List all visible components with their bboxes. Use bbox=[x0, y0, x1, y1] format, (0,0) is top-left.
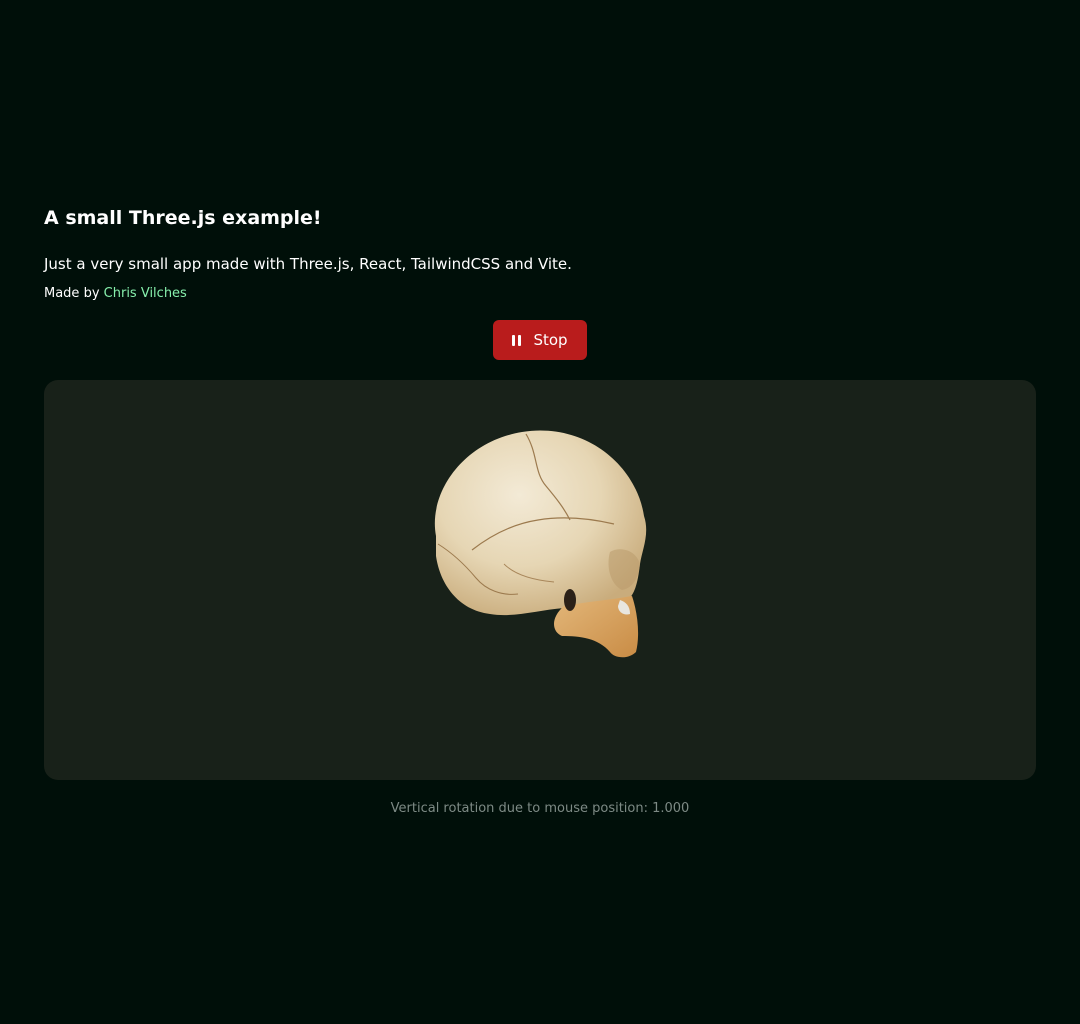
threejs-canvas[interactable] bbox=[44, 380, 1036, 780]
credit-prefix: Made by bbox=[44, 286, 100, 301]
author-credit: Made by Chris Vilches bbox=[44, 284, 187, 304]
skull-model bbox=[434, 430, 647, 658]
rotation-readout: Vertical rotation due to mouse position:… bbox=[390, 801, 690, 816]
page-title: A small Three.js example! bbox=[44, 207, 322, 229]
author-link[interactable]: Chris Vilches bbox=[104, 286, 187, 301]
app-root: A small Three.js example! Just a very sm… bbox=[0, 0, 1080, 1024]
app-description: Just a very small app made with Three.js… bbox=[44, 255, 572, 273]
stop-button-label: Stop bbox=[533, 331, 568, 349]
pause-icon bbox=[512, 334, 522, 346]
stop-button[interactable]: Stop bbox=[493, 320, 587, 360]
